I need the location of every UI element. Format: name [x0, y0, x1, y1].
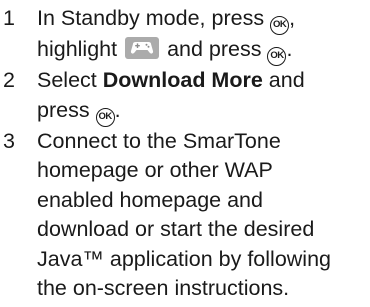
step-line: homepage or other WAP: [37, 158, 273, 182]
step-text: press: [37, 97, 90, 122]
step-text: Select: [37, 68, 97, 92]
step-text: and: [268, 68, 305, 92]
step-text: In Standby mode, press: [37, 6, 265, 30]
instruction-steps: 1 In Standby mode, press OK, highlight a…: [0, 4, 370, 304]
step-2: 2 Select Download More and press OK.: [0, 66, 370, 127]
games-gamepad-icon: [125, 37, 160, 59]
step-line: Java™ application by following: [37, 246, 331, 271]
step-1: 1 In Standby mode, press OK, highlight a…: [0, 4, 370, 66]
step-text: highlight: [37, 37, 118, 61]
step-number: 3: [3, 128, 15, 153]
ok-key-icon: OK: [95, 107, 115, 127]
step-text: .: [114, 97, 121, 122]
step-number: 2: [3, 68, 15, 92]
step-line: download or start the desired: [37, 217, 315, 241]
step-text: .: [286, 37, 293, 61]
step-3: 3 Connect to the SmarTone homepage or ot…: [0, 127, 370, 304]
step-line: enabled homepage and: [37, 187, 263, 212]
step-text: ,: [289, 6, 296, 30]
menu-option-name: Download More: [102, 68, 263, 92]
ok-key-icon: OK: [270, 16, 290, 35]
step-text: and press: [167, 37, 262, 61]
step-number: 1: [3, 6, 15, 30]
step-line: the on-screen instructions.: [37, 276, 290, 300]
ok-key-icon: OK: [267, 47, 287, 66]
step-line: Connect to the SmarTone: [37, 128, 281, 153]
